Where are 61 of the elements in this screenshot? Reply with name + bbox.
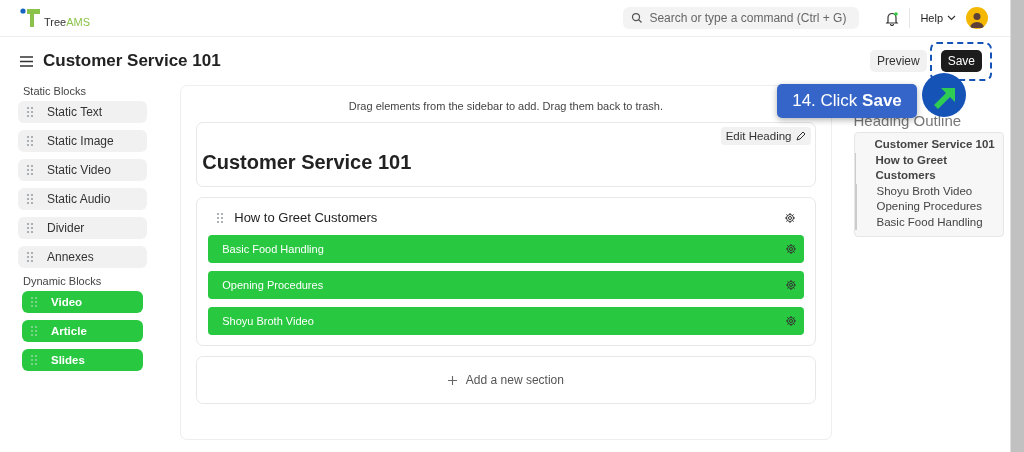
drag-handle-icon <box>216 211 225 224</box>
pencil-icon <box>795 131 806 141</box>
outline-item[interactable]: How to Greet Customers <box>855 152 999 184</box>
bell-icon[interactable] <box>885 10 900 26</box>
tutorial-callout: 14. Click Save <box>777 84 917 118</box>
outline-item[interactable]: Shoyu Broth Video <box>856 183 999 199</box>
settings-icon[interactable] <box>784 243 797 255</box>
block-label: Basic Food Handling <box>222 243 324 255</box>
logo-text: TreeAMS <box>44 16 91 28</box>
block-item[interactable]: Static Audio <box>18 188 148 210</box>
block-label: Divider <box>47 221 85 235</box>
hint-text: Drag elements from the sidebar to add. Drag them back to trash. <box>348 100 663 112</box>
block-label: Opening Procedures <box>222 279 324 291</box>
block-label: Article <box>51 325 87 337</box>
drag-handle-icon <box>26 251 34 263</box>
block-label: Annexes <box>47 250 94 264</box>
drag-handle-icon <box>26 106 34 118</box>
outline-item[interactable]: Basic Food Handling <box>856 214 999 230</box>
block-label: Static Image <box>47 134 114 148</box>
outline-item[interactable]: Opening Procedures <box>856 199 999 215</box>
plus-icon <box>447 375 457 385</box>
drag-handle-icon <box>26 135 34 147</box>
search-field[interactable]: Search or type a command (Ctrl + G) <box>623 7 860 29</box>
settings-icon[interactable] <box>783 211 796 224</box>
scrollbar[interactable] <box>1010 0 1024 452</box>
group-title: Static Blocks <box>23 85 87 97</box>
settings-icon[interactable] <box>784 315 797 327</box>
section-title: How to Greet Customers <box>234 210 378 225</box>
block-item[interactable]: Static Image <box>18 130 148 152</box>
drag-handle-icon <box>30 325 38 337</box>
logo-icon <box>20 8 42 28</box>
block-item[interactable]: Annexes <box>18 246 148 268</box>
block-label: Shoyu Broth Video <box>222 315 314 327</box>
menu-icon <box>20 55 33 67</box>
avatar[interactable] <box>966 7 988 29</box>
save-button[interactable]: Save <box>940 50 982 72</box>
group-title: Dynamic Blocks <box>23 275 103 287</box>
help-menu[interactable]: Help <box>920 12 956 24</box>
page-title: Customer Service 101 <box>43 51 221 71</box>
heading-text: Customer Service 101 <box>202 151 413 174</box>
preview-button[interactable]: Preview <box>869 50 927 72</box>
add-section-button[interactable]: Add a new section <box>196 356 816 404</box>
settings-icon[interactable] <box>784 279 797 291</box>
block-label: Video <box>51 296 83 308</box>
block-item[interactable]: Static Video <box>18 159 148 181</box>
drag-handle-icon <box>26 193 34 205</box>
outline-item[interactable]: Customer Service 101 <box>854 137 999 153</box>
search-icon <box>631 12 644 24</box>
block-item[interactable]: Static Text <box>18 101 148 123</box>
drag-handle-icon <box>26 164 34 176</box>
caret-icon <box>947 15 956 21</box>
drag-handle-icon <box>26 222 34 234</box>
block-label: Slides <box>51 354 85 366</box>
block-label: Static Audio <box>47 192 111 206</box>
add-section-label: Add a new section <box>465 373 564 387</box>
block-label: Static Video <box>47 163 111 177</box>
edit-heading-button[interactable]: Edit Heading <box>720 127 811 145</box>
drag-handle-icon <box>30 296 38 308</box>
block-label: Static Text <box>47 105 103 119</box>
drag-handle-icon <box>30 354 38 366</box>
block-item[interactable]: Divider <box>18 217 148 239</box>
